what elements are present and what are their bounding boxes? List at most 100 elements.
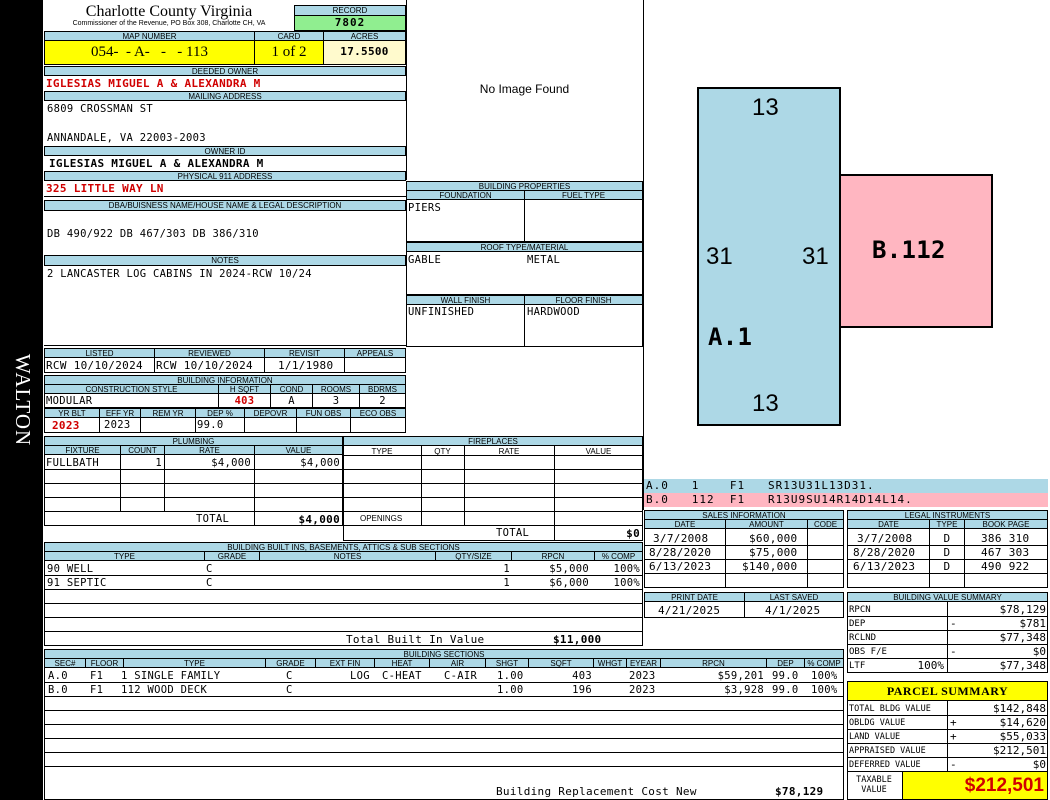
legal-row-date: 6/13/2023	[853, 560, 916, 573]
plumbing-total: $4,000	[298, 513, 340, 526]
parcel-summary-header: PARCEL SUMMARY	[847, 681, 1048, 701]
sections-sec: B.0	[48, 684, 68, 696]
taxable-value: $212,501	[902, 771, 1048, 800]
dep-pct-value: 99.0	[197, 419, 224, 431]
plumbing-value: $4,000	[300, 457, 340, 469]
deeded-owner-header: DEEDED OWNER	[44, 66, 406, 76]
value-summary-label: LTF	[849, 661, 866, 671]
value-summary-value: $77,348	[999, 659, 1046, 672]
sections-comp: 100%	[811, 684, 838, 696]
owner-id: IGLESIAS MIGUEL A & ALEXANDRA M	[49, 157, 264, 170]
parcel-value: $142,848	[993, 702, 1046, 715]
value-summary-pct: 100%	[917, 659, 945, 672]
parcel-label: APPRAISED VALUE	[849, 746, 926, 756]
sales-row-amount: $75,000	[749, 546, 798, 559]
revisit-value: 1/1/1980	[278, 359, 334, 372]
hsqft-value: 403	[234, 395, 255, 407]
sections-dep: 99.0	[772, 670, 799, 682]
sketch-label-a: A.1	[708, 323, 753, 351]
fireplaces-openings-label: OPENINGS	[360, 514, 403, 523]
cond-value: A	[288, 395, 295, 407]
legal-row-bookpage: 386 310	[981, 532, 1030, 545]
sketch-line-a: A.0 1 F1 SR13U31L13D31.	[644, 479, 1048, 493]
yr-blt-value: 2023	[52, 419, 80, 432]
parcel-value: $212,501	[993, 744, 1046, 757]
legal-row-bookpage: 490 922	[981, 560, 1030, 573]
sketch-dim-a-bottom: 13	[752, 390, 779, 417]
address-line1: 6809 CROSSMAN ST	[47, 103, 153, 115]
plumbing-fixture: FULLBATH	[46, 457, 99, 469]
built-ins-grade: C	[206, 563, 213, 575]
sections-floor: F1	[90, 684, 104, 696]
sections-extfin: LOG	[350, 670, 370, 682]
reviewed-value: RCW 10/10/2024	[156, 359, 253, 372]
roof-type: GABLE	[408, 254, 442, 266]
acres-value: 17.5500	[323, 40, 406, 65]
card-number: 1 of 2	[254, 40, 324, 65]
value-summary-label: RCLND	[849, 633, 877, 643]
print-date: 4/21/2025	[658, 604, 721, 617]
commissioner-subtitle: Commissioner of the Revenue, PO Box 308,…	[72, 20, 266, 27]
built-ins-total: $11,000	[553, 633, 602, 646]
value-summary-label: DEP	[849, 619, 866, 629]
sales-row-amount: $60,000	[749, 532, 798, 545]
county-title: Charlotte County Virginia	[85, 3, 253, 20]
parcel-label: DEFERRED VALUE	[849, 760, 921, 770]
foundation-value: PIERS	[408, 202, 442, 214]
legal-description: DB 490/922 DB 467/303 DB 386/310	[47, 228, 259, 240]
sales-row-amount: $140,000	[742, 560, 798, 573]
built-ins-qty: 1	[503, 577, 510, 589]
built-ins-qty: 1	[503, 563, 510, 575]
parcel-label: TOTAL BLDG VALUE	[849, 704, 931, 714]
last-saved: 4/1/2025	[765, 604, 821, 617]
sales-row-date: 6/13/2023	[649, 560, 712, 573]
sections-sec: A.0	[48, 670, 68, 682]
brcn-label: Building Replacement Cost New	[496, 785, 697, 798]
record-number: 7802	[294, 15, 406, 31]
value-summary-value: $781	[1019, 617, 1047, 630]
no-image-placeholder: No Image Found	[479, 82, 570, 96]
map-number: 054- - A- - - 113	[44, 40, 255, 65]
value-summary-label: OBS F/E	[849, 647, 887, 657]
sections-type: 1 SINGLE FAMILY	[121, 670, 221, 682]
built-ins-comp: 100%	[613, 563, 640, 575]
sketch-dim-a-top: 13	[752, 94, 779, 121]
floor-finish-value: HARDWOOD	[527, 306, 580, 318]
roof-material: METAL	[527, 254, 561, 266]
built-ins-comp: 100%	[613, 577, 640, 589]
sketch-label-b: B.112	[872, 236, 946, 264]
wall-finish-value: UNFINISHED	[408, 306, 475, 318]
sketch-line-b: B.0 112 F1 R13U9SU14R14D14L14.	[644, 493, 1048, 507]
sections-eyear: 2023	[629, 670, 656, 682]
sections-air: C-AIR	[444, 670, 478, 682]
construction-style: MODULAR	[46, 395, 93, 407]
brcn-value: $78,129	[775, 785, 824, 798]
sections-floor: F1	[90, 670, 104, 682]
deeded-owner: IGLESIAS MIGUEL A & ALEXANDRA M	[46, 77, 261, 90]
sketch-dim-a-right: 31	[802, 243, 829, 270]
district-label: WALTON	[11, 353, 35, 447]
built-ins-rpcn: $6,000	[549, 577, 589, 589]
built-ins-type: 91 SEPTIC	[47, 577, 107, 589]
value-summary-value: $77,348	[999, 631, 1046, 644]
legal-row-date: 3/7/2008	[857, 532, 913, 545]
fireplaces-total-label: TOTAL	[496, 527, 530, 539]
physical-address: 325 LITTLE WAY LN	[46, 182, 164, 195]
dba-header: DBA/BUISNESS NAME/HOUSE NAME & LEGAL DES…	[44, 200, 406, 211]
legal-row-type: D	[943, 546, 951, 559]
eff-yr-value: 2023	[104, 419, 131, 431]
built-ins-type: 90 WELL	[47, 563, 94, 575]
sections-comp: 100%	[811, 670, 838, 682]
plumbing-count: 1	[155, 457, 162, 469]
sections-grade: C	[286, 684, 293, 696]
sketch-dim-a-left: 31	[706, 243, 733, 270]
sales-row-date: 3/7/2008	[653, 532, 709, 545]
owner-id-header: OWNER ID	[44, 146, 406, 156]
legal-row-type: D	[943, 560, 951, 573]
legal-row-type: D	[943, 532, 951, 545]
parcel-value: $14,620	[999, 716, 1046, 729]
notes-header: NOTES	[44, 255, 406, 266]
address-line2: ANNANDALE, VA 22003-2003	[47, 132, 206, 144]
legal-row-bookpage: 467 303	[981, 546, 1030, 559]
built-ins-grade: C	[206, 577, 213, 589]
